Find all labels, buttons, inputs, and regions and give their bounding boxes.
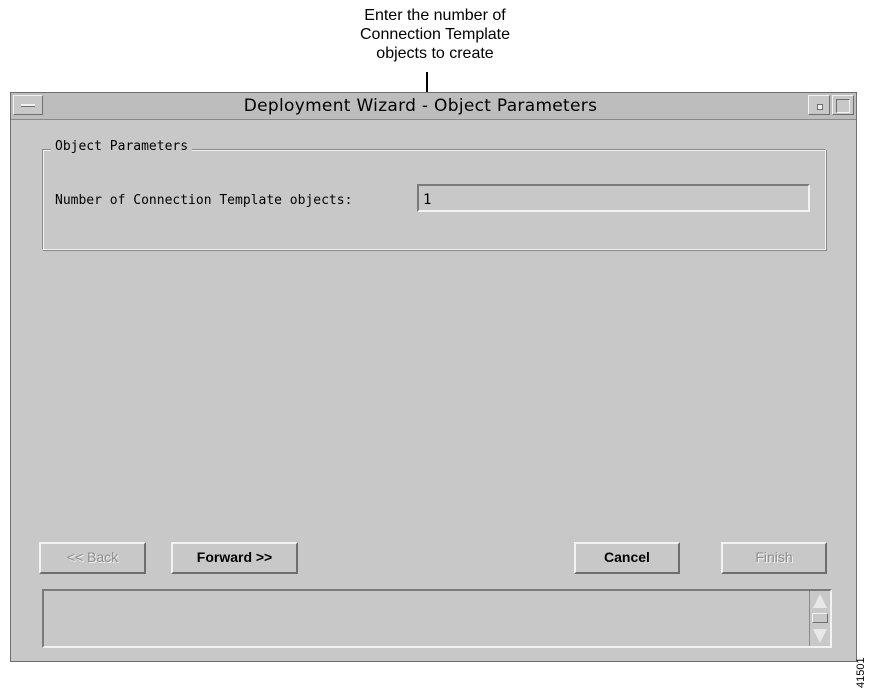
scroll-down-icon[interactable] [813,629,827,643]
figure-id: 41501 [855,657,867,688]
forward-button[interactable]: Forward >> [171,542,298,574]
callout-line-2: Connection Template [359,26,511,43]
deployment-wizard-window: Deployment Wizard - Object Parameters Ob… [10,92,857,662]
maximize-icon [836,99,850,113]
back-button[interactable]: << Back [39,542,146,574]
window-title: Deployment Wizard - Object Parameters [243,96,598,116]
connection-template-count-label: Number of Connection Template objects: [55,193,353,208]
callout-line-1: Enter the number of [364,7,506,24]
scroll-thumb[interactable] [812,613,828,623]
title-bar[interactable]: Deployment Wizard - Object Parameters [11,93,856,120]
callout-line-3: objects to create [376,45,494,62]
finish-button[interactable]: Finish [721,542,827,574]
maximize-button[interactable] [832,95,854,115]
callout-text: Enter the number of Connection Template … [290,6,580,63]
cancel-button[interactable]: Cancel [574,542,680,574]
connection-template-count-input[interactable]: 1 [417,184,810,212]
window-menu-icon [21,104,35,106]
scroll-up-icon[interactable] [813,594,827,608]
minimize-icon [817,104,823,110]
window-menu-button[interactable] [13,95,43,115]
minimize-button[interactable] [808,95,830,115]
status-scrollbar[interactable] [809,591,830,646]
group-title: Object Parameters [51,139,193,154]
status-message-area [42,589,832,648]
object-parameters-group: Object Parameters Number of Connection T… [42,139,826,250]
